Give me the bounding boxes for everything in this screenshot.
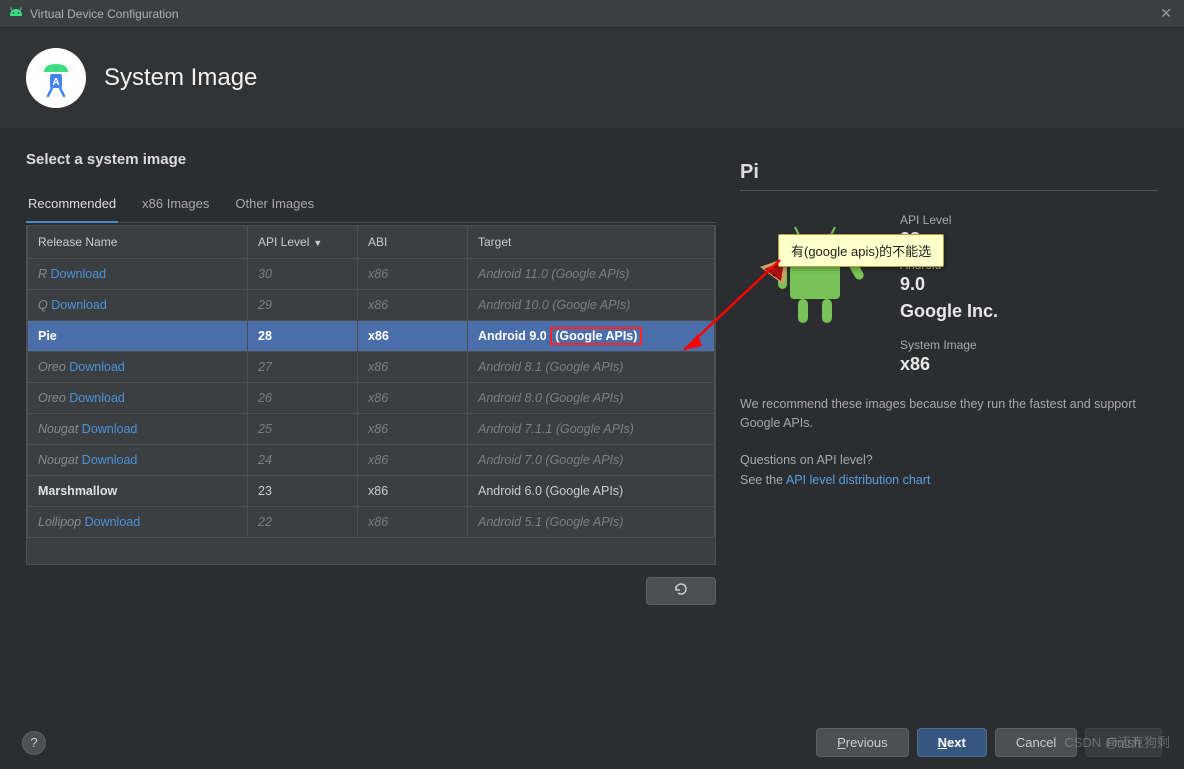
col-target[interactable]: Target [468, 226, 715, 259]
next-button[interactable]: Next [917, 728, 987, 757]
download-link[interactable]: Download [82, 453, 138, 467]
table-row[interactable]: Q Download29x86Android 10.0 (Google APIs… [28, 290, 715, 321]
download-link[interactable]: Download [82, 422, 138, 436]
release-cell: Oreo Download [28, 383, 248, 414]
target-cell: Android 7.0 (Google APIs) [468, 445, 715, 476]
page-title: System Image [104, 64, 257, 92]
table-row[interactable]: R Download30x86Android 11.0 (Google APIs… [28, 259, 715, 290]
tabs: Recommended x86 Images Other Images [26, 188, 716, 223]
chart-link-line: See the API level distribution chart [740, 471, 1158, 490]
col-abi[interactable]: ABI [358, 226, 468, 259]
api-cell: 30 [248, 259, 358, 290]
table-row[interactable]: Nougat Download25x86Android 7.1.1 (Googl… [28, 414, 715, 445]
footer: ? Previous Next Cancel Finish [0, 728, 1184, 757]
help-button[interactable]: ? [22, 731, 46, 755]
vendor-value: Google Inc. [900, 301, 998, 322]
target-cell: Android 8.1 (Google APIs) [468, 352, 715, 383]
abi-cell: x86 [358, 290, 468, 321]
table-row[interactable]: Oreo Download26x86Android 8.0 (Google AP… [28, 383, 715, 414]
download-link[interactable]: Download [69, 360, 125, 374]
abi-cell: x86 [358, 414, 468, 445]
previous-button[interactable]: Previous [816, 728, 909, 757]
abi-cell: x86 [358, 259, 468, 290]
google-apis-highlight: (Google APIs) [550, 327, 642, 345]
col-release[interactable]: Release Name [28, 226, 248, 259]
abi-cell: x86 [358, 445, 468, 476]
tab-other-images[interactable]: Other Images [233, 188, 316, 223]
abi-cell: x86 [358, 383, 468, 414]
tab-x86-images[interactable]: x86 Images [140, 188, 211, 223]
api-cell: 25 [248, 414, 358, 445]
abi-cell: x86 [358, 507, 468, 538]
api-cell: 28 [248, 321, 358, 352]
sort-desc-icon: ▼ [313, 238, 322, 248]
abi-cell: x86 [358, 352, 468, 383]
tab-recommended[interactable]: Recommended [26, 188, 118, 223]
distribution-chart-link[interactable]: API level distribution chart [786, 473, 931, 487]
api-cell: 23 [248, 476, 358, 507]
recommendation-text: We recommend these images because they r… [740, 395, 1158, 433]
android-robot-illustration [740, 207, 880, 347]
android-studio-badge-icon: A [26, 48, 86, 108]
watermark: CSDN @迈克狗剩 [1064, 732, 1170, 751]
table-row[interactable]: Lollipop Download22x86Android 5.1 (Googl… [28, 507, 715, 538]
api-cell: 27 [248, 352, 358, 383]
refresh-button[interactable] [646, 577, 716, 605]
target-cell: Android 10.0 (Google APIs) [468, 290, 715, 321]
titlebar: Virtual Device Configuration ✕ [0, 0, 1184, 28]
release-cell: Nougat Download [28, 414, 248, 445]
annotation-tooltip: 有(google apis)的不能选 [778, 234, 944, 267]
download-link[interactable]: Download [51, 298, 107, 312]
release-cell: Pie [28, 321, 248, 352]
details-pane: Pi API Level [740, 151, 1158, 605]
target-cell: Android 5.1 (Google APIs) [468, 507, 715, 538]
release-cell: Marshmallow [28, 476, 248, 507]
close-icon[interactable]: ✕ [1156, 5, 1176, 22]
download-link[interactable]: Download [51, 267, 107, 281]
table-row[interactable]: Pie28x86Android 9.0 (Google APIs) [28, 321, 715, 352]
release-cell: Q Download [28, 290, 248, 321]
api-cell: 29 [248, 290, 358, 321]
target-cell: Android 6.0 (Google APIs) [468, 476, 715, 507]
api-cell: 24 [248, 445, 358, 476]
download-link[interactable]: Download [85, 515, 141, 529]
abi-cell: x86 [358, 321, 468, 352]
target-cell: Android 8.0 (Google APIs) [468, 383, 715, 414]
details-heading: Pi [740, 161, 1158, 191]
api-question-text: Questions on API level? [740, 453, 1158, 467]
svg-text:A: A [52, 77, 59, 88]
api-cell: 26 [248, 383, 358, 414]
api-cell: 22 [248, 507, 358, 538]
android-value: 9.0 [900, 274, 998, 295]
table-row[interactable]: Oreo Download27x86Android 8.1 (Google AP… [28, 352, 715, 383]
target-cell: Android 9.0 (Google APIs) [468, 321, 715, 352]
android-icon [8, 5, 24, 23]
window-title: Virtual Device Configuration [30, 7, 1156, 21]
target-cell: Android 11.0 (Google APIs) [468, 259, 715, 290]
table-row[interactable]: Nougat Download24x86Android 7.0 (Google … [28, 445, 715, 476]
abi-cell: x86 [358, 476, 468, 507]
release-cell: Oreo Download [28, 352, 248, 383]
system-image-table: Release Name API Level▼ ABI Target R Dow… [27, 225, 715, 538]
refresh-icon [673, 582, 689, 601]
release-cell: Nougat Download [28, 445, 248, 476]
release-cell: R Download [28, 259, 248, 290]
release-cell: Lollipop Download [28, 507, 248, 538]
section-subtitle: Select a system image [26, 151, 716, 168]
system-image-value: x86 [900, 354, 998, 375]
system-image-label: System Image [900, 338, 998, 352]
col-api[interactable]: API Level▼ [248, 226, 358, 259]
header-band: A System Image [0, 28, 1184, 129]
table-row[interactable]: Marshmallow23x86Android 6.0 (Google APIs… [28, 476, 715, 507]
api-level-label: API Level [900, 213, 998, 227]
download-link[interactable]: Download [69, 391, 125, 405]
target-cell: Android 7.1.1 (Google APIs) [468, 414, 715, 445]
